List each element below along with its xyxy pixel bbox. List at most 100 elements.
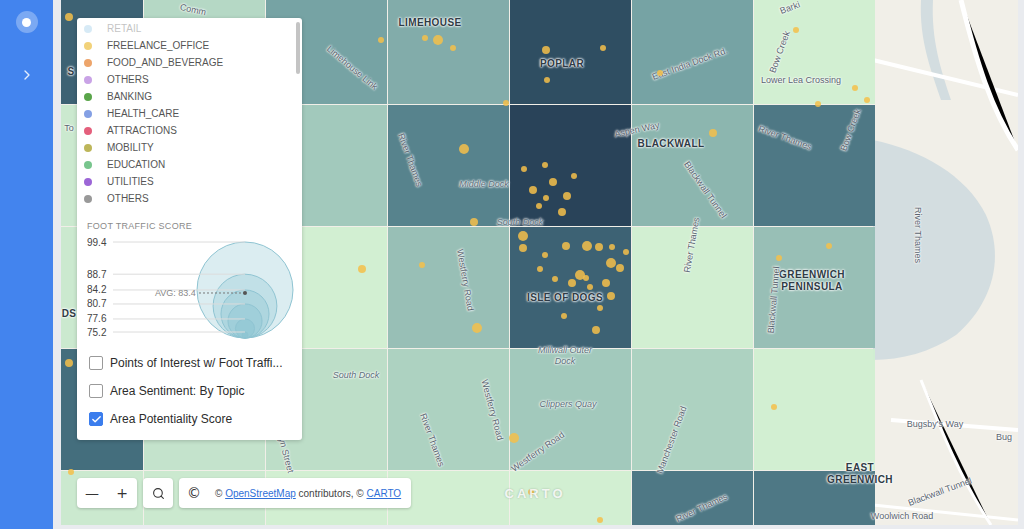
layer-toggle[interactable]: Area Potentiality Score	[89, 405, 294, 433]
poi-pin[interactable]	[509, 433, 519, 443]
map-label: South Dock	[497, 217, 544, 228]
poi-pin[interactable]	[68, 469, 74, 475]
category-item: FREELANCE_OFFICE	[84, 37, 302, 54]
avg-dot	[243, 291, 247, 295]
poi-pin[interactable]	[616, 264, 624, 272]
svg-text:99.4: 99.4	[87, 237, 107, 248]
poi-pin[interactable]	[623, 249, 629, 255]
poi-pin[interactable]	[793, 27, 799, 33]
grid-cell[interactable]	[388, 0, 509, 104]
poi-pin[interactable]	[562, 242, 570, 250]
poi-pin[interactable]	[609, 244, 615, 250]
poi-pin[interactable]	[419, 262, 425, 268]
scrollbar[interactable]	[296, 22, 300, 74]
poi-pin[interactable]	[563, 192, 571, 200]
attribution: ©© OpenStreetMap contributors, © CARTO	[179, 478, 411, 508]
category-dot	[84, 42, 92, 50]
poi-pin[interactable]	[537, 266, 543, 272]
app-logo-icon[interactable]	[16, 11, 38, 33]
poi-pin[interactable]	[815, 101, 821, 107]
poi-pin[interactable]	[544, 77, 550, 83]
app: LIMEHOUSEPOPLARBLACKWALLISLE OF DOGSGREE…	[0, 0, 1024, 529]
grid-cell[interactable]	[510, 105, 631, 226]
poi-pin[interactable]	[65, 359, 73, 367]
grid-cell[interactable]	[388, 227, 509, 348]
attribution-link[interactable]: CARTO	[367, 488, 402, 499]
poi-pin[interactable]	[378, 37, 384, 43]
layer-toggle[interactable]: Area Sentiment: By Topic	[89, 377, 294, 405]
attribution-link[interactable]: OpenStreetMap	[225, 488, 296, 499]
poi-pin[interactable]	[536, 203, 542, 209]
poi-pin[interactable]	[771, 404, 777, 410]
poi-pin[interactable]	[549, 178, 557, 186]
traffic-circle	[221, 290, 269, 338]
poi-pin[interactable]	[529, 186, 537, 194]
poi-pin[interactable]	[852, 85, 858, 91]
attribution-button[interactable]: ©	[179, 478, 209, 508]
poi-pin[interactable]	[503, 100, 509, 106]
poi-pin[interactable]	[826, 243, 832, 249]
traffic-tick: 80.7	[87, 298, 245, 309]
category-dot	[84, 127, 92, 135]
avg-label: AVG: 83.4	[155, 288, 196, 298]
poi-pin[interactable]	[587, 284, 593, 290]
poi-pin[interactable]	[459, 144, 469, 154]
poi-pin[interactable]	[433, 35, 443, 45]
poi-pin[interactable]	[595, 243, 603, 251]
poi-pin[interactable]	[592, 326, 600, 334]
poi-pin[interactable]	[542, 162, 548, 168]
poi-pin[interactable]	[543, 195, 549, 201]
map-controls: —+ ©© OpenStreetMap contributors, © CARTO	[77, 478, 411, 508]
poi-pin[interactable]	[709, 129, 717, 137]
poi-pin[interactable]	[583, 275, 589, 281]
category-dot	[84, 144, 92, 152]
category-item: OTHERS	[84, 71, 302, 88]
poi-pin[interactable]	[558, 208, 566, 216]
map-label: POPLAR	[540, 58, 584, 70]
poi-pin[interactable]	[542, 46, 550, 54]
poi-pin[interactable]	[552, 276, 558, 282]
expand-chevron-icon[interactable]	[19, 67, 35, 83]
search-button[interactable]	[143, 478, 173, 508]
poi-pin[interactable]	[597, 305, 603, 311]
grid-cell[interactable]	[632, 0, 753, 104]
poi-pin[interactable]	[422, 35, 428, 41]
poi-pin[interactable]	[568, 279, 576, 287]
poi-pin[interactable]	[358, 265, 366, 273]
sidebar	[0, 0, 53, 529]
grid-cell[interactable]	[510, 0, 631, 104]
poi-pin[interactable]	[571, 173, 577, 179]
poi-pin[interactable]	[472, 323, 482, 333]
poi-pin[interactable]	[518, 231, 528, 241]
poi-pin[interactable]	[519, 244, 527, 252]
poi-pin[interactable]	[607, 292, 615, 300]
traffic-circle	[228, 304, 262, 338]
poi-pin[interactable]	[606, 258, 616, 268]
poi-pin[interactable]	[65, 13, 73, 21]
category-dot	[84, 25, 92, 33]
checkbox[interactable]	[89, 384, 103, 398]
poi-pin[interactable]	[470, 218, 478, 226]
poi-pin[interactable]	[602, 279, 610, 287]
poi-pin[interactable]	[597, 517, 603, 523]
map[interactable]: LIMEHOUSEPOPLARBLACKWALLISLE OF DOGSGREE…	[61, 0, 1018, 525]
poi-pin[interactable]	[542, 252, 548, 258]
category-item: BANKING	[84, 88, 302, 105]
zoom-in-button[interactable]: +	[107, 478, 137, 508]
category-item: HEALTH_CARE	[84, 105, 302, 122]
grid-cell[interactable]	[632, 349, 753, 470]
checkbox[interactable]	[89, 412, 103, 426]
poi-pin[interactable]	[450, 45, 456, 51]
poi-pin[interactable]	[776, 255, 782, 261]
poi-pin[interactable]	[864, 97, 870, 103]
poi-pin[interactable]	[657, 70, 663, 76]
poi-pin[interactable]	[521, 166, 527, 172]
traffic-tick: 88.7	[87, 269, 245, 280]
poi-pin[interactable]	[582, 241, 592, 251]
checkbox[interactable]	[89, 356, 103, 370]
poi-pin[interactable]	[561, 313, 567, 319]
layer-toggle[interactable]: Points of Interest w/ Foot Traffi...	[89, 349, 294, 377]
poi-pin[interactable]	[600, 45, 606, 51]
map-label: Millwall Outer Dock	[530, 345, 600, 367]
zoom-out-button[interactable]: —	[77, 478, 107, 508]
